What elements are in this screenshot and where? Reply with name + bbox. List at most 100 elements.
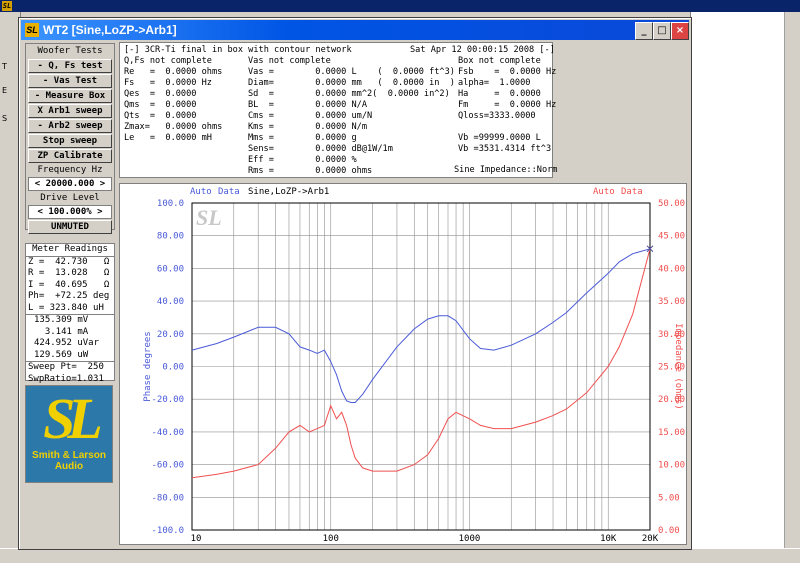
left-tab-3[interactable]: S [2, 114, 18, 126]
left-tick-label: 40.00 [157, 297, 184, 307]
meter-row-ma: 3.141 mA [34, 326, 89, 337]
logo-name-line1: Smith & Larson [32, 450, 106, 461]
phase-series-line [191, 248, 651, 403]
vas-value-6: Mms = 0.0000 g [248, 133, 357, 143]
smith-larson-logo: SL Smith & Larson Audio [25, 385, 113, 483]
impedance-axis-label: Impedance (ohms) [673, 323, 683, 410]
vas-status: Vas not complete [248, 56, 331, 66]
woofer-tests-panel: Woofer Tests - Q, Fs test - Vas Test - M… [25, 43, 115, 234]
left-tab-2[interactable]: E [2, 86, 18, 98]
vas-value-5: Kms = 0.0000 N/m [248, 122, 367, 132]
box-status: Box not complete [458, 56, 541, 66]
left-tick-label: -80.00 [151, 493, 184, 503]
meter-readings-panel: Meter Readings Z = 42.730 Ω R = 13.028 Ω… [25, 243, 115, 384]
left-tick-label: 60.00 [157, 264, 184, 274]
vas-value-1: Diam= 0.0000 mm ( 0.0000 in ) [248, 78, 455, 88]
box-value-3: Fm = 0.0000 Hz [458, 100, 557, 110]
left-tab-1[interactable]: T [2, 62, 18, 74]
left-tag-data: Data [218, 187, 240, 197]
results-header-right: Sat Apr 12 00:00:15 2008 [-] [410, 45, 555, 55]
close-button[interactable]: × [671, 22, 689, 40]
qfs-value-1: Fs = 0.0000 Hz [124, 78, 212, 88]
left-tick-label: 80.00 [157, 232, 184, 242]
frequency-stepper[interactable]: < 20000.000 > [28, 177, 112, 191]
left-tag-auto: Auto [190, 187, 212, 197]
arb1-sweep-button[interactable]: X Arb1 sweep [28, 104, 112, 118]
meter-row-ph: Ph= +72.25 deg [28, 291, 110, 301]
measure-box-button[interactable]: - Measure Box [28, 89, 112, 103]
qfs-status: Q,Fs not complete [124, 56, 212, 66]
box-value-0: Fsb = 0.0000 Hz [458, 67, 557, 77]
maximize-button[interactable]: □ [653, 22, 671, 40]
meter-row-i: I = 40.695 Ω [28, 279, 110, 290]
drive-level-label: Drive Level [40, 193, 100, 203]
meter-row-swp-ratio: SwpRatio=1.031 [28, 373, 104, 384]
background-statusbar [0, 548, 800, 563]
right-tick-label: 10.00 [658, 461, 685, 471]
background-app-right [690, 12, 800, 562]
right-tick-label: 40.00 [658, 264, 685, 274]
left-tick-label: -20.00 [151, 395, 184, 405]
meter-header: Meter Readings [32, 244, 108, 254]
left-tick-label: -40.00 [151, 428, 184, 438]
results-header-left: [-] 3CR-Ti final in box with contour net… [124, 45, 352, 55]
window-titlebar[interactable]: SL WT2 [Sine,LoZP->Arb1] _ □ × [21, 20, 689, 40]
q-fs-test-button[interactable]: - Q, Fs test [28, 59, 112, 73]
right-tick-label: 15.00 [658, 428, 685, 438]
left-tick-label: 0.00 [162, 363, 184, 373]
logo-name: Smith & Larson Audio [26, 450, 112, 472]
vas-value-8: Eff = 0.0000 % [248, 155, 357, 165]
left-tick-label: 100.0 [157, 199, 184, 209]
graph-watermark-logo: SL [196, 205, 222, 230]
x-tick-label: 10 [191, 534, 202, 544]
vas-test-button[interactable]: - Vas Test [28, 74, 112, 88]
graph-panel[interactable]: 100.0 80.00 60.00 40.00 20.00 0.00 -20.00 -40.0… [119, 183, 687, 545]
graph-title: Sine,LoZP->Arb1 [248, 187, 329, 197]
impedance-mode: Sine Impedance::Norm [454, 165, 558, 175]
right-tag-auto: Auto [593, 187, 615, 197]
woofer-tests-header: Woofer Tests [37, 46, 103, 56]
qfs-value-2: Qes = 0.0000 [124, 89, 197, 99]
x-tick-label: 20K [642, 534, 659, 544]
vas-value-4: Cms = 0.0000 um/N [248, 111, 373, 121]
box-value-1: alpha= 1.0000 [458, 78, 531, 88]
right-tick-label: 35.00 [658, 297, 685, 307]
frequency-label: Frequency Hz [37, 165, 103, 175]
meter-row-sweep-pt: Sweep Pt= 250 [26, 361, 114, 374]
vas-value-3: BL = 0.0000 N/A [248, 100, 367, 110]
right-tick-label: 45.00 [658, 232, 685, 242]
meter-row-r: R = 13.028 Ω [28, 268, 110, 278]
meter-row-z: Z = 42.730 Ω [26, 255, 114, 269]
meter-row-uvar: 424.952 uVar [34, 338, 100, 348]
window-title: WT2 [Sine,LoZP->Arb1] [43, 23, 177, 37]
drive-level-stepper[interactable]: < 100.000% > [28, 205, 112, 219]
window-app-icon: SL [25, 23, 39, 37]
app-icon: SL [2, 1, 12, 11]
phase-impedance-chart[interactable]: 100.0 80.00 60.00 40.00 20.00 0.00 -20.00 -40.0… [120, 184, 686, 544]
background-scrollbar[interactable] [784, 12, 800, 562]
sl-logo-mark: SL [43, 386, 103, 451]
minimize-button[interactable]: _ [635, 22, 653, 40]
meter-row-uw: 129.569 uW [34, 349, 89, 360]
qfs-value-6: Le = 0.0000 mH [124, 133, 212, 143]
vas-value-7: Sens= 0.0000 dB@1W/1m [248, 144, 393, 154]
left-tick-label: -100.0 [151, 526, 184, 536]
background-app-titlebar: SL [0, 0, 800, 12]
logo-name-line2: Audio [54, 461, 84, 472]
x-tick-label: 100 [323, 534, 339, 544]
vas-value-9: Rms = 0.0000 ohms [248, 166, 373, 176]
mute-toggle-button[interactable]: UNMUTED [28, 220, 112, 234]
qfs-value-5: Zmax= 0.0000 ohms [124, 122, 223, 132]
qfs-value-0: Re = 0.0000 ohms [124, 67, 223, 77]
left-tick-label: -60.00 [151, 461, 184, 471]
right-tick-label: 50.00 [658, 199, 685, 209]
meter-row-mv: 135.309 mV [26, 314, 114, 327]
qfs-value-3: Qms = 0.0000 [124, 100, 197, 110]
arb2-sweep-button[interactable]: - Arb2 sweep [28, 119, 112, 133]
zp-calibrate-button[interactable]: ZP Calibrate [28, 149, 112, 163]
box-value-7: Vb =3531.4314 ft^3 [458, 144, 552, 154]
x-tick-label: 10K [600, 534, 617, 544]
box-value-4: Qloss=3333.0000 [458, 111, 536, 121]
right-tag-data: Data [621, 187, 643, 197]
stop-sweep-button[interactable]: Stop sweep [28, 134, 112, 148]
